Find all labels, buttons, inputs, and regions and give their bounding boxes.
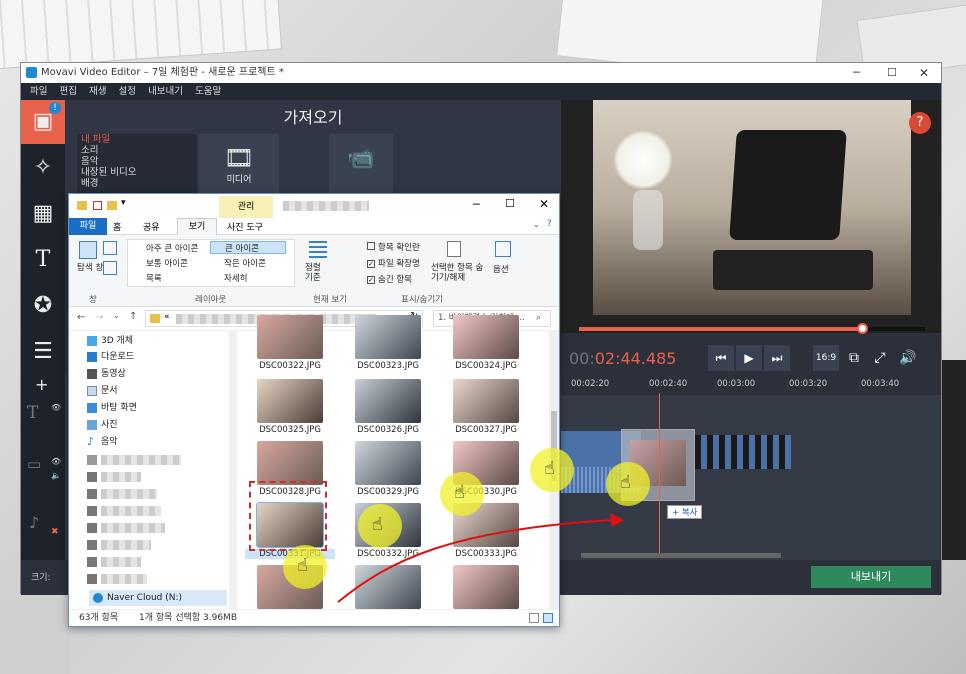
drag-arrowhead (610, 513, 624, 527)
cursor-hand-icon: ☝ (440, 472, 484, 516)
cursor-hand-icon: ☝ (283, 545, 327, 589)
cursor-hand-icon: ☝ (530, 448, 574, 492)
drag-annotation-layer (337, 513, 624, 603)
cursor-hand-icon: ☝ (606, 462, 650, 506)
cursor-hand-icon: ☝ (358, 504, 402, 548)
